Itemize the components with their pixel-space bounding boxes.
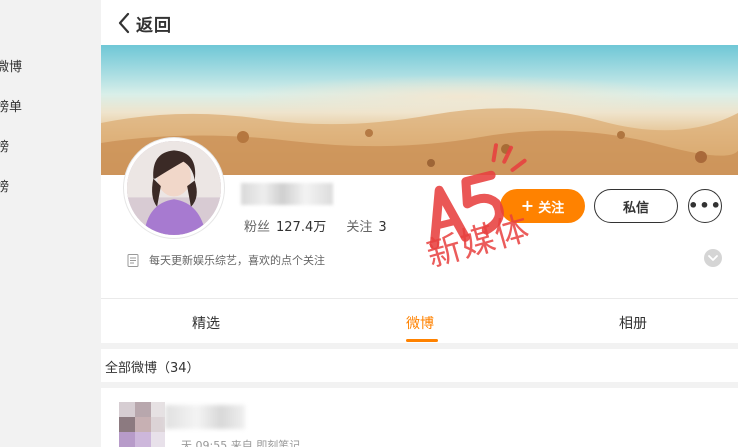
sidebar-item-ranking[interactable]: 榜单 [0, 96, 22, 115]
feed-title: 全部微博（34） [105, 361, 200, 376]
more-button[interactable]: ••• [688, 189, 722, 223]
left-sidebar: 微博 榜单 榜 榜 [0, 0, 101, 447]
sidebar-item-board-1[interactable]: 榜 [0, 136, 9, 155]
follow-count[interactable]: 3 [378, 220, 386, 235]
document-icon [127, 253, 139, 267]
bio-row: 每天更新娱乐综艺，喜欢的点个关注 [127, 252, 325, 268]
avatar-photo [119, 402, 165, 447]
avatar-photo [127, 141, 221, 235]
top-bar: 返回 [101, 0, 738, 45]
profile-tabs: 精选 微博 相册 [101, 299, 738, 343]
profile-avatar[interactable] [124, 138, 224, 238]
back-button[interactable]: 返回 [117, 10, 172, 36]
tab-album[interactable]: 相册 [619, 313, 647, 333]
tab-featured[interactable]: 精选 [192, 313, 220, 333]
chevron-down-icon [708, 254, 718, 261]
divider [101, 343, 738, 349]
username-redacted [241, 183, 333, 205]
plus-icon: + [520, 196, 535, 215]
follow-label: 关注 [346, 220, 373, 235]
post-avatar-redacted[interactable] [119, 402, 165, 447]
fans-label: 粉丝 [244, 220, 271, 235]
chevron-left-icon [118, 12, 130, 34]
divider [101, 382, 738, 388]
sidebar-item-board-2[interactable]: 榜 [0, 176, 9, 195]
more-dots-icon: ••• [688, 196, 722, 215]
profile-stats: 粉丝 127.4万 关注 3 [244, 216, 403, 235]
back-label: 返回 [136, 15, 172, 36]
follow-button-label: 关注 [538, 200, 565, 216]
expand-bio-button[interactable] [704, 249, 722, 267]
post-author-redacted [165, 405, 245, 429]
active-tab-indicator [406, 339, 438, 342]
fans-count[interactable]: 127.4万 [276, 220, 326, 235]
message-button[interactable]: 私信 [594, 189, 678, 223]
follow-button[interactable]: + 关注 [500, 189, 585, 223]
sidebar-item-weibo[interactable]: 微博 [0, 56, 22, 75]
main-panel: 返回 粉丝 127.4万 关注 3 + 关注 私信 ••• 每天更新娱乐综艺，喜… [101, 0, 738, 447]
message-button-label: 私信 [622, 200, 649, 216]
tab-weibo[interactable]: 微博 [406, 313, 434, 333]
page: 微博 榜单 榜 榜 返回 粉丝 127.4万 关注 3 + 关注 私信 ••• … [0, 0, 738, 447]
bio-text: 每天更新娱乐综艺，喜欢的点个关注 [149, 254, 325, 267]
post-meta: 天 09:55 来自 即刻笔记 [181, 439, 301, 447]
